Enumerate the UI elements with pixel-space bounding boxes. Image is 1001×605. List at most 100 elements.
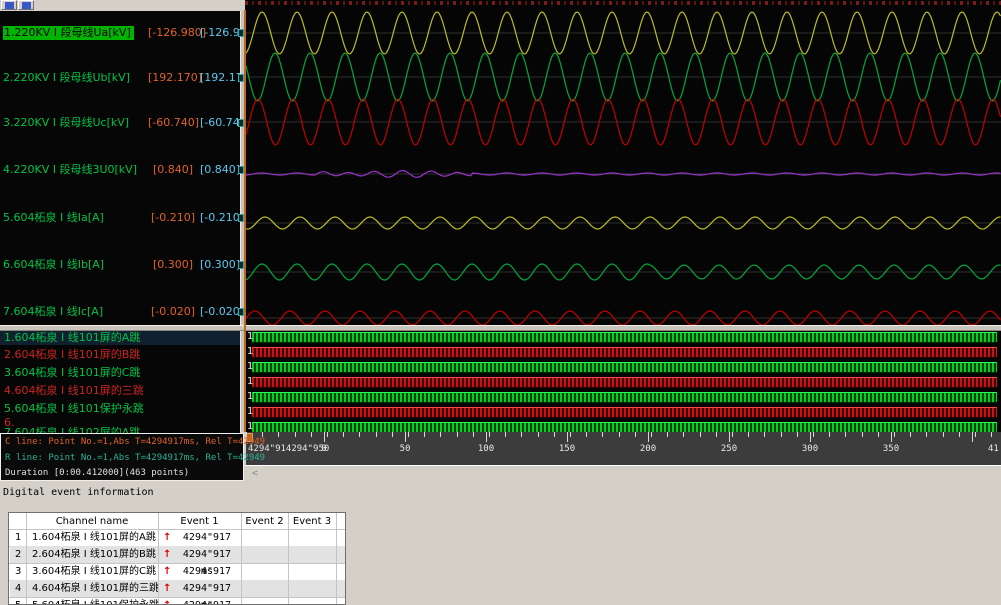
axis-minor-tick — [845, 432, 846, 437]
event-table-row[interactable]: 33.604柘泉 I 线101屏的C跳↑4294"917 ms — [10, 563, 346, 580]
axis-tick-label: 250 — [717, 444, 741, 454]
digital-channel-list: 1.604柘泉 I 线101屏的A跳 2.604柘泉 I 线101屏的B跳 3.60… — [0, 331, 240, 433]
axis-major-tick — [729, 432, 730, 442]
axis-minor-tick — [408, 432, 409, 437]
analog-channel-name[interactable]: 4.220KV I 段母线3U0[kV] — [3, 163, 137, 177]
digital-channel-name[interactable]: 2.604柘泉 I 线101屏的B跳 — [0, 348, 240, 362]
axis-minor-tick — [311, 432, 312, 437]
axis-minor-tick — [700, 432, 701, 437]
digital-state-row[interactable]: 1 — [246, 391, 1001, 404]
digital-channel-name[interactable]: 4.604柘泉 I 线101屏的三跳 — [0, 384, 240, 398]
event-table-row[interactable]: 55.604柘泉 I 线101保护永跳↑4294"917 ms — [10, 597, 346, 605]
digital-state-value: 1 — [247, 391, 253, 403]
section-title: Digital event information — [3, 487, 154, 498]
digital-channel-name[interactable]: 5.604柘泉 I 线101保护永跳 — [0, 402, 240, 416]
analog-channel-name[interactable]: 1.220KV I 段母线Ua[kV] — [3, 26, 134, 40]
event-channel-name: 5.604柘泉 I 线101保护永跳 — [32, 597, 159, 605]
table-gridline — [288, 513, 289, 604]
analog-waveforms — [246, 10, 1001, 325]
event-table-row[interactable]: 22.604柘泉 I 线101屏的B跳↑4294"917 ms — [10, 546, 346, 563]
axis-tick-label: 50 — [393, 444, 417, 454]
axis-minor-tick — [732, 432, 733, 437]
zoom-tool-button[interactable] — [18, 0, 34, 10]
axis-major-tick — [405, 432, 406, 442]
digital-state-bar — [252, 392, 997, 403]
analog-channel-row[interactable]: 4.220KV I 段母线3U0[kV][0.840][0.840] — [0, 163, 240, 177]
digital-state-bar — [252, 362, 997, 373]
digital-state-row[interactable]: 1 — [246, 346, 1001, 359]
digital-state-row[interactable]: 1 — [246, 376, 1001, 389]
analog-channel-name[interactable]: 6.604柘泉 I 线Ib[A] — [3, 258, 104, 272]
analog-value-secondary: [-0.210] — [200, 211, 240, 225]
analog-value-secondary: [-60.740] — [200, 116, 240, 130]
axis-minor-tick — [813, 432, 814, 437]
axis-tick-label: 200 — [636, 444, 660, 454]
scroll-left-arrow-icon[interactable]: < — [249, 468, 261, 480]
event-table[interactable]: Channel nameEvent 1Event 2Event 311.604柘… — [8, 512, 346, 605]
cursor-status-box: C line: Point No.=1,Abs T=4294917ms, Rel… — [0, 433, 244, 481]
digital-channel-name[interactable]: 3.604柘泉 I 线101屏的C跳 — [0, 366, 240, 380]
digital-state-bar — [252, 407, 997, 418]
digital-state-row[interactable]: 1 — [246, 421, 1001, 432]
analog-channel-name[interactable]: 3.220KV I 段母线Uc[kV] — [3, 116, 129, 130]
axis-minor-tick — [570, 432, 571, 437]
digital-state-row[interactable]: 1 — [246, 331, 1001, 344]
waveform-plot-area[interactable] — [246, 10, 1001, 325]
digital-state-bar — [252, 422, 997, 432]
horizontal-scrollbar[interactable]: < — [245, 465, 1001, 481]
axis-minor-tick — [440, 432, 441, 437]
event-table-row[interactable]: 11.604柘泉 I 线101屏的A跳↑4294"917 ms — [10, 529, 346, 546]
axis-minor-tick — [278, 432, 279, 437]
analog-channel-row[interactable]: 1.220KV I 段母线Ua[kV][-126.980][-126.980] — [0, 26, 240, 40]
digital-state-bar — [252, 332, 997, 343]
axis-minor-tick — [651, 432, 652, 437]
c-cursor-line[interactable] — [244, 10, 246, 432]
analog-value-primary: [-0.020] — [148, 305, 198, 319]
axis-tick-label: 350 — [879, 444, 903, 454]
analog-channel-name[interactable]: 5.604柘泉 I 线Ia[A] — [3, 211, 104, 225]
analog-channel-name[interactable]: 2.220KV I 段母线Ub[kV] — [3, 71, 130, 85]
event-channel-name: 3.604柘泉 I 线101屏的C跳 — [32, 563, 156, 580]
row-number: 2 — [15, 546, 21, 563]
analog-channel-row[interactable]: 7.604柘泉 I 线Ic[A][-0.020][-0.020] — [0, 305, 240, 319]
time-axis[interactable]: 4294"914294"95005010015020025030035041 — [246, 432, 1001, 465]
digital-state-row[interactable]: 1 — [246, 361, 1001, 374]
digital-state-row[interactable]: 1 — [246, 406, 1001, 419]
analog-channel-name[interactable]: 7.604柘泉 I 线Ic[A] — [3, 305, 103, 319]
axis-minor-tick — [586, 432, 587, 437]
waveform-tool-button[interactable] — [1, 0, 17, 10]
axis-minor-tick — [797, 432, 798, 437]
digital-channel-name[interactable]: 1.604柘泉 I 线101屏的A跳 — [0, 331, 240, 345]
clipped-red-text — [245, 1, 1001, 5]
analog-channel-row[interactable]: 6.604柘泉 I 线Ib[A][0.300][0.300] — [0, 258, 240, 272]
axis-minor-tick — [489, 432, 490, 437]
analog-value-primary: [0.840] — [148, 163, 198, 177]
digital-channel-name[interactable]: 7.604柘泉 I 线102屏的A跳 — [0, 426, 240, 433]
analog-channel-row[interactable]: 2.220KV I 段母线Ub[kV][192.170][192.170] — [0, 71, 240, 85]
axis-minor-tick — [975, 432, 976, 437]
axis-minor-tick — [943, 432, 944, 437]
event1-time: 4294"917 ms — [176, 597, 238, 605]
axis-minor-tick — [554, 432, 555, 437]
axis-major-tick — [486, 432, 487, 442]
row-number: 3 — [15, 563, 21, 580]
axis-major-tick — [324, 432, 325, 442]
axis-minor-tick — [878, 432, 879, 437]
digital-state-bars: 1 1 1 1 1 1 1 — [246, 331, 1001, 432]
channel-scale-mark-icon — [238, 74, 244, 82]
analog-channel-row[interactable]: 5.604柘泉 I 线Ia[A][-0.210][-0.210] — [0, 211, 240, 225]
axis-minor-tick — [748, 432, 749, 437]
c-line-status: C line: Point No.=1,Abs T=4294917ms, Rel… — [5, 437, 265, 447]
row-number: 5 — [15, 597, 21, 605]
table-header: Channel name — [26, 514, 158, 529]
axis-minor-tick — [376, 432, 377, 437]
axis-minor-tick — [764, 432, 765, 437]
axis-minor-tick — [926, 432, 927, 437]
analog-channel-row[interactable]: 3.220KV I 段母线Uc[kV][-60.740][-60.740] — [0, 116, 240, 130]
event-channel-name: 4.604柘泉 I 线101屏的三跳 — [32, 580, 159, 597]
analog-value-secondary: [0.300] — [200, 258, 240, 272]
axis-tick-label: 100 — [474, 444, 498, 454]
axis-minor-tick — [829, 432, 830, 437]
event-table-row[interactable]: 44.604柘泉 I 线101屏的三跳↑4294"917 ms — [10, 580, 346, 597]
channel-scale-mark-icon — [238, 308, 244, 316]
